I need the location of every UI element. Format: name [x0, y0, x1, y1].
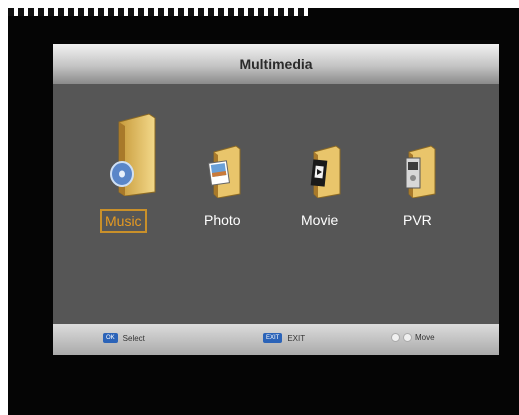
- menu-label-pvr: PVR: [403, 212, 432, 228]
- photo-folder-icon: [208, 145, 241, 198]
- music-folder-icon: [110, 113, 156, 196]
- footer-hint-bar: OK Select EXIT EXIT Move: [53, 324, 499, 355]
- hint-move: Move: [391, 333, 435, 342]
- top-edge-pattern: [8, 8, 308, 16]
- exit-key-icon: EXIT: [263, 333, 283, 343]
- ok-key-icon: OK: [103, 333, 118, 343]
- page-title: Multimedia: [239, 56, 313, 72]
- menu-item-pvr[interactable]: PVR: [393, 144, 453, 244]
- menu-item-music[interactable]: Music: [100, 112, 170, 242]
- title-bar: Multimedia: [53, 44, 499, 84]
- pvr-folder-icon: [405, 145, 436, 198]
- multimedia-panel: Multimedia Music Photo Movie PVR OK Sele…: [53, 44, 499, 355]
- hint-select: OK Select: [103, 333, 145, 343]
- arrow-key-icon: [391, 333, 400, 342]
- tv-screen: Multimedia Music Photo Movie PVR OK Sele…: [8, 8, 519, 415]
- menu-label-photo: Photo: [204, 212, 241, 228]
- menu-item-movie[interactable]: Movie: [298, 144, 358, 244]
- movie-folder-icon: [310, 145, 341, 198]
- hint-exit-label: EXIT: [287, 333, 306, 343]
- hint-move-label: Move: [415, 333, 435, 342]
- menu-item-photo[interactable]: Photo: [198, 144, 258, 244]
- hint-exit: EXIT EXIT: [263, 333, 305, 343]
- menu-label-movie: Movie: [301, 212, 339, 228]
- menu-label-music: Music: [100, 209, 147, 233]
- hint-select-label: Select: [122, 333, 145, 343]
- arrow-key-icon-2: [403, 333, 412, 342]
